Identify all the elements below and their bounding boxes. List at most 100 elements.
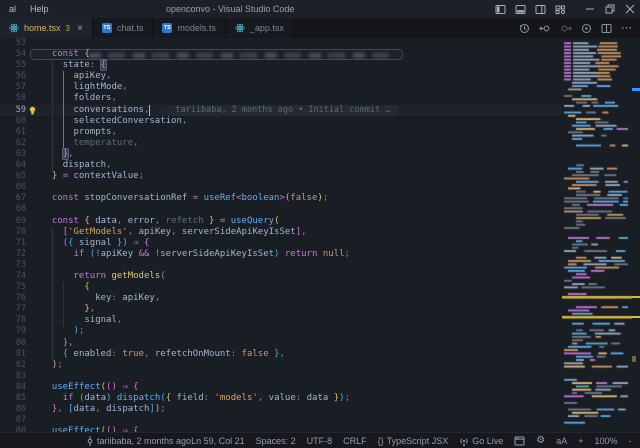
zoom-out-button[interactable]: - bbox=[629, 436, 632, 446]
line-number[interactable]: 70 bbox=[0, 227, 26, 238]
line-number[interactable]: 65 bbox=[0, 171, 26, 182]
line-number[interactable]: 82 bbox=[0, 360, 26, 371]
line-number[interactable]: 87 bbox=[0, 415, 26, 426]
line-number[interactable]: 85 bbox=[0, 393, 26, 404]
code-lines[interactable]: 5354 const {55 state: {56 apiKey,57 ligh… bbox=[0, 38, 562, 432]
browser-preview-icon[interactable] bbox=[514, 436, 525, 446]
code-line[interactable]: 57 lightMode, bbox=[0, 82, 562, 93]
line-number[interactable]: 54 bbox=[0, 49, 26, 60]
code-line[interactable]: 56 apiKey, bbox=[0, 71, 562, 82]
line-number[interactable]: 60 bbox=[0, 116, 26, 127]
run-icon[interactable] bbox=[581, 23, 592, 34]
tab-models-ts[interactable]: TS models.ts bbox=[153, 18, 226, 38]
line-number[interactable]: 56 bbox=[0, 71, 26, 82]
code-line[interactable]: 88 useEffect(() ⇒ { bbox=[0, 426, 562, 432]
line-number[interactable]: 74 bbox=[0, 271, 26, 282]
gear-icon[interactable]: ⚙ bbox=[536, 436, 545, 446]
code-line[interactable]: 81 { enabled: true, refetchOnMount: fals… bbox=[0, 349, 562, 360]
line-number[interactable]: 80 bbox=[0, 338, 26, 349]
code-line[interactable]: 75 { bbox=[0, 282, 562, 293]
code-line[interactable]: 84 useEffect(() ⇒ { bbox=[0, 382, 562, 393]
line-number[interactable]: 57 bbox=[0, 82, 26, 93]
line-number[interactable]: 68 bbox=[0, 204, 26, 215]
zoom-level[interactable]: 100% bbox=[594, 436, 617, 446]
code-line[interactable]: 67 const stopConversationRef = useRef<bo… bbox=[0, 193, 562, 204]
code-line[interactable]: 87 bbox=[0, 415, 562, 426]
line-number[interactable]: 75 bbox=[0, 282, 26, 293]
git-blame-status[interactable]: tariibaba, 2 months ago bbox=[86, 436, 191, 446]
line-number[interactable]: 84 bbox=[0, 382, 26, 393]
code-line[interactable]: 65 } = contextValue; bbox=[0, 171, 562, 182]
tab-app-tsx[interactable]: _app.tsx bbox=[226, 18, 294, 38]
line-number[interactable]: 58 bbox=[0, 93, 26, 104]
code-line[interactable]: 79 ); bbox=[0, 326, 562, 337]
code-line[interactable]: 77 }, bbox=[0, 304, 562, 315]
code-line[interactable]: 80 }, bbox=[0, 338, 562, 349]
customize-layout-icon[interactable] bbox=[550, 0, 570, 18]
toggle-sidebar-left-icon[interactable] bbox=[490, 0, 510, 18]
line-col-indicator[interactable]: Ln 59, Col 21 bbox=[191, 436, 245, 446]
timeline-icon[interactable] bbox=[519, 23, 530, 34]
line-number[interactable]: 73 bbox=[0, 260, 26, 271]
code-line[interactable]: 74 return getModels( bbox=[0, 271, 562, 282]
restore-button[interactable] bbox=[600, 0, 620, 18]
split-editor-icon[interactable] bbox=[601, 23, 612, 34]
previous-change-icon[interactable] bbox=[539, 23, 551, 34]
line-number[interactable]: 71 bbox=[0, 238, 26, 249]
toggle-sidebar-right-icon[interactable] bbox=[530, 0, 550, 18]
code-line[interactable]: 86 }, [data, dispatch]); bbox=[0, 404, 562, 415]
code-line[interactable]: 55 state: { bbox=[0, 60, 562, 71]
line-number[interactable]: 61 bbox=[0, 127, 26, 138]
line-number[interactable]: 69 bbox=[0, 216, 26, 227]
tab-chat-ts[interactable]: TS chat.ts bbox=[93, 18, 154, 38]
zoom-in-button[interactable]: + bbox=[578, 436, 583, 446]
toggle-panel-icon[interactable] bbox=[510, 0, 530, 18]
line-number[interactable]: 83 bbox=[0, 371, 26, 382]
go-live-button[interactable]: Go Live bbox=[459, 436, 503, 446]
font-size-control[interactable]: aA bbox=[556, 436, 567, 446]
indentation-indicator[interactable]: Spaces: 2 bbox=[256, 436, 296, 446]
encoding-indicator[interactable]: UTF-8 bbox=[307, 436, 333, 446]
language-indicator[interactable]: {} TypeScript JSX bbox=[378, 436, 449, 446]
next-change-icon[interactable] bbox=[560, 23, 572, 34]
code-line[interactable]: 73 bbox=[0, 260, 562, 271]
code-line[interactable]: 85 if (data) dispatch({ field: 'models',… bbox=[0, 393, 562, 404]
line-number[interactable]: 81 bbox=[0, 349, 26, 360]
line-number[interactable]: 53 bbox=[0, 38, 26, 49]
code-line[interactable]: 60 selectedConversation, bbox=[0, 116, 562, 127]
code-line[interactable]: 68 bbox=[0, 204, 562, 215]
close-button[interactable] bbox=[620, 0, 640, 18]
line-number[interactable]: 62 bbox=[0, 138, 26, 149]
line-number[interactable]: 76 bbox=[0, 293, 26, 304]
code-line[interactable]: 59 conversations,tariibaba, 2 months ago… bbox=[0, 105, 562, 116]
line-number[interactable]: 78 bbox=[0, 315, 26, 326]
code-line[interactable]: 63 }, bbox=[0, 149, 562, 160]
line-number[interactable]: 63 bbox=[0, 149, 26, 160]
code-line[interactable]: 62 temperature, bbox=[0, 138, 562, 149]
line-number[interactable]: 88 bbox=[0, 426, 26, 432]
code-line[interactable]: 61 prompts, bbox=[0, 127, 562, 138]
code-line[interactable]: 72 if (!apiKey && !serverSideApiKeyIsSet… bbox=[0, 249, 562, 260]
line-number[interactable]: 59 bbox=[0, 105, 26, 116]
overview-ruler[interactable] bbox=[632, 38, 640, 432]
code-line[interactable]: 83 bbox=[0, 371, 562, 382]
code-line[interactable]: 53 bbox=[0, 38, 562, 49]
minimize-button[interactable] bbox=[580, 0, 600, 18]
more-actions-icon[interactable]: ⋯ bbox=[621, 23, 632, 33]
code-line[interactable]: 64 dispatch, bbox=[0, 160, 562, 171]
code-line[interactable]: 82 ); bbox=[0, 360, 562, 371]
line-number[interactable]: 67 bbox=[0, 193, 26, 204]
tab-home-tsx[interactable]: home.tsx 3 × bbox=[0, 18, 93, 38]
code-line[interactable]: 71 ({ signal }) ⇒ { bbox=[0, 238, 562, 249]
code-line[interactable]: 70 ['GetModels', apiKey, serverSideApiKe… bbox=[0, 227, 562, 238]
line-number[interactable]: 72 bbox=[0, 249, 26, 260]
menu-item-help[interactable]: Help bbox=[23, 0, 56, 18]
line-number[interactable]: 66 bbox=[0, 182, 26, 193]
line-number[interactable]: 77 bbox=[0, 304, 26, 315]
code-line[interactable]: 58 folders, bbox=[0, 93, 562, 104]
tab-close-icon[interactable]: × bbox=[77, 23, 83, 34]
lightbulb-icon[interactable] bbox=[26, 105, 41, 116]
minimap[interactable] bbox=[562, 38, 632, 432]
code-line[interactable]: 66 bbox=[0, 182, 562, 193]
line-number[interactable]: 79 bbox=[0, 326, 26, 337]
